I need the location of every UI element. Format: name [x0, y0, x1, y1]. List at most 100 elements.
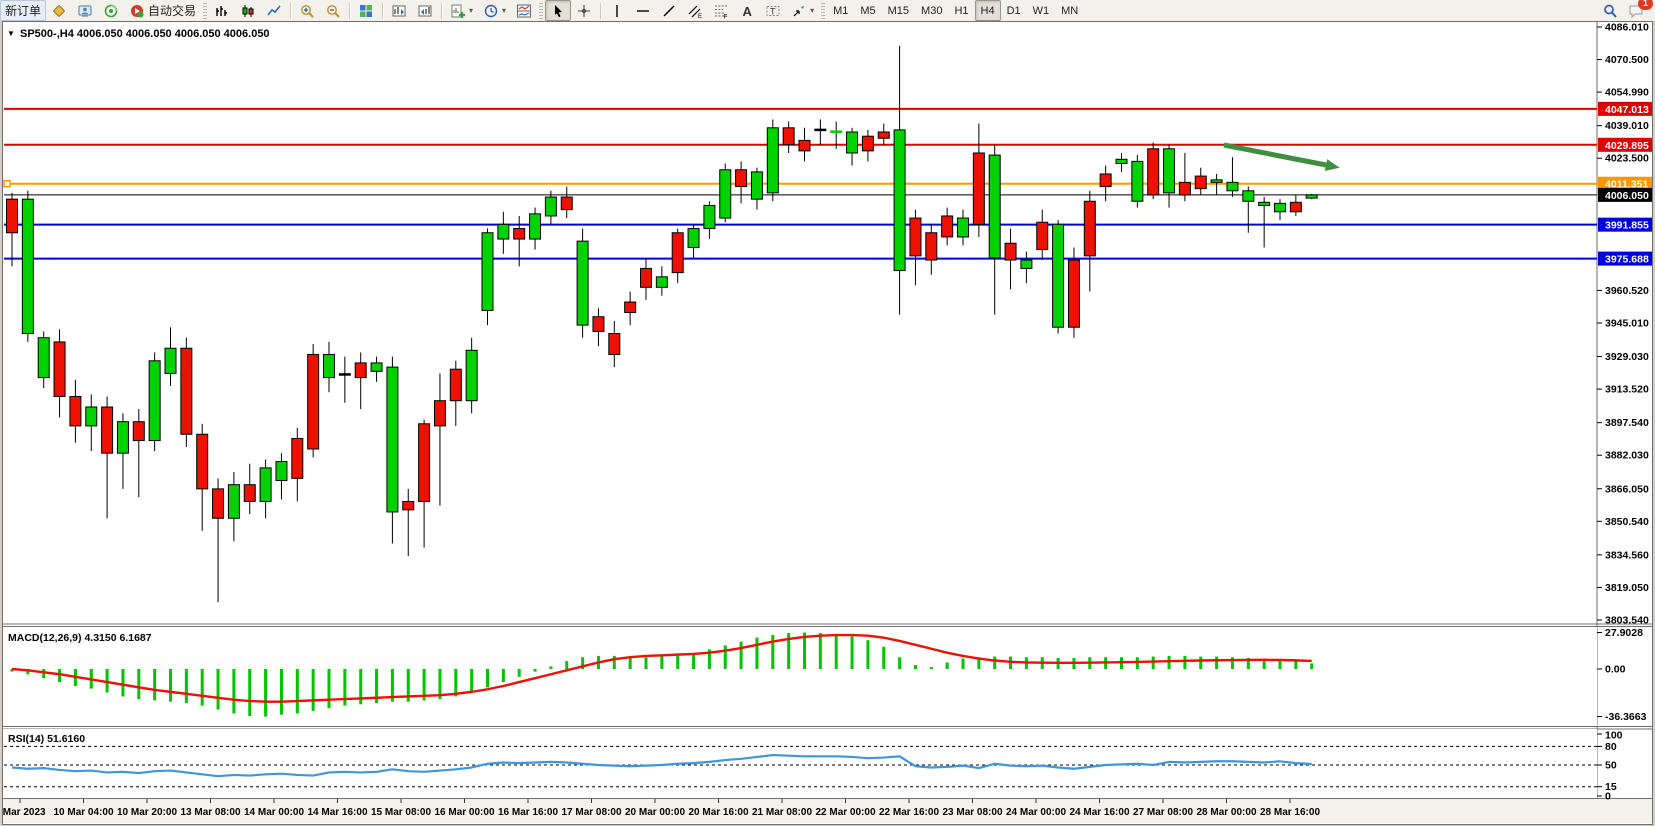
price-tick-label: 4086.010 [1605, 22, 1649, 34]
timeframe-m1-button[interactable]: M1 [827, 0, 854, 21]
rsi-panel[interactable]: 1008050150RSI(14) 51.6160 [3, 729, 1623, 803]
horizontal-line-icon-button[interactable] [630, 0, 656, 21]
time-axis-label: 10 Mar 20:00 [117, 807, 177, 818]
zoomout-icon [325, 3, 341, 19]
timeframe-label: W1 [1033, 5, 1050, 17]
time-axis-label: 13 Mar 08:00 [180, 807, 240, 818]
timeframe-d1-button[interactable]: D1 [1001, 0, 1027, 21]
price-tick-label: 3913.520 [1605, 384, 1649, 396]
vertical-line-icon-button[interactable] [604, 0, 630, 21]
tile-windows-icon-button[interactable] [353, 0, 379, 21]
candle [1132, 155, 1143, 207]
price-tick-label: 3850.540 [1605, 516, 1649, 528]
time-axis-label: 14 Mar 00:00 [244, 807, 304, 818]
arrows-icon-button[interactable]: ▾ [786, 0, 819, 21]
timeframe-mn-button[interactable]: MN [1055, 0, 1084, 21]
price-tick-label: 3834.560 [1605, 549, 1649, 561]
cursor-icon-button[interactable] [545, 0, 571, 21]
auto-trading-button-label: 自动交易 [148, 2, 196, 19]
macd-panel[interactable]: 27.90280.00-36.3663MACD(12,26,9) 4.3150 … [3, 627, 1647, 726]
timeframe-label: H4 [981, 5, 995, 17]
bar-chart-icon-button[interactable] [209, 0, 235, 21]
candle [1053, 220, 1064, 333]
line-handle[interactable] [4, 181, 10, 187]
price-tick-label: 3897.540 [1605, 417, 1649, 429]
macd-axis-label: 27.9028 [1605, 627, 1643, 639]
notifications-icon-button[interactable]: 1 [1623, 0, 1649, 21]
search-icon-button[interactable] [1597, 0, 1623, 21]
price-tick-label: 4070.500 [1605, 54, 1649, 66]
timeframe-h1-button[interactable]: H1 [948, 0, 974, 21]
svg-text:T: T [770, 6, 776, 16]
timeframe-label: M1 [833, 5, 848, 17]
time-axis-label: 28 Mar 00:00 [1196, 807, 1256, 818]
price-tick-label: 3803.540 [1605, 614, 1649, 626]
timeframe-label: MN [1061, 5, 1078, 17]
timeframe-h4-button[interactable]: H4 [975, 0, 1001, 21]
fibo-icon: F [713, 3, 729, 19]
price-level-badge-label: 4047.013 [1605, 104, 1649, 116]
hline-icon [635, 3, 651, 19]
candle [308, 344, 319, 457]
timeframe-m30-button[interactable]: M30 [915, 0, 948, 21]
timeframe-m5-button[interactable]: M5 [854, 0, 881, 21]
time-axis-label: 20 Mar 00:00 [625, 807, 685, 818]
indicators-icon-button[interactable] [511, 0, 537, 21]
trendline-icon-button[interactable] [656, 0, 682, 21]
line-chart-icon-button[interactable] [261, 0, 287, 21]
text-icon-button[interactable]: A [734, 0, 760, 21]
candles-icon [240, 3, 256, 19]
bars-icon [214, 3, 230, 19]
terminal-icon-button[interactable] [72, 0, 98, 21]
clock-icon [483, 3, 499, 19]
candle [181, 338, 192, 447]
crosshair-icon-button[interactable] [571, 0, 597, 21]
svg-text:A: A [743, 4, 753, 19]
market-watch-icon-button[interactable] [46, 0, 72, 21]
time-axis-label: 22 Mar 16:00 [879, 807, 939, 818]
new-chart-icon-button[interactable]: ▾ [445, 0, 478, 21]
candle [482, 229, 493, 326]
time-axis-label: 15 Mar 08:00 [371, 807, 431, 818]
svg-text:F: F [724, 13, 728, 19]
time-axis-label: 17 Mar 08:00 [561, 807, 621, 818]
price-level-badge-label: 3991.855 [1605, 220, 1649, 232]
toolbar-separator [349, 3, 350, 19]
price-tick-label: 3819.050 [1605, 582, 1649, 594]
new-order-button[interactable]: 新订单 [0, 0, 46, 21]
chart-shift-icon-button[interactable] [386, 0, 412, 21]
timeframe-label: M15 [888, 5, 909, 17]
timeframe-m15-button[interactable]: M15 [882, 0, 915, 21]
timeframe-w1-button[interactable]: W1 [1027, 0, 1056, 21]
candle [720, 163, 731, 222]
text-label-icon-button[interactable]: T [760, 0, 786, 21]
time-axis-label: 23 Mar 08:00 [942, 807, 1002, 818]
rsi-axis-label: 100 [1605, 730, 1623, 742]
rsi-label: RSI(14) 51.6160 [8, 733, 85, 745]
label-icon: T [765, 3, 781, 19]
notification-badge: 1 [1638, 0, 1653, 10]
time-axis-label: 27 Mar 08:00 [1133, 807, 1193, 818]
auto-trading-button[interactable]: 自动交易 [124, 0, 201, 21]
time-axis-label: 24 Mar 16:00 [1069, 807, 1129, 818]
auto-scroll-icon-button[interactable] [412, 0, 438, 21]
price-tick-label: 3945.010 [1605, 318, 1649, 330]
zoom-out-icon-button[interactable] [320, 0, 346, 21]
timeframe-label: M5 [860, 5, 875, 17]
period-clock-icon-button[interactable]: ▾ [478, 0, 511, 21]
crosshair-icon [576, 3, 592, 19]
time-axis-label: 22 Mar 00:00 [815, 807, 875, 818]
candle [1148, 142, 1159, 199]
rsi-axis-label: 0 [1605, 791, 1611, 803]
chart-canvas[interactable]: 4086.0104070.5004054.9904039.0104023.500… [0, 21, 1655, 826]
timeframe-label: M30 [921, 5, 942, 17]
signals-icon-button[interactable] [98, 0, 124, 21]
zoom-in-icon-button[interactable] [294, 0, 320, 21]
indwin-icon [516, 3, 532, 19]
equidistant-channel-icon-button[interactable]: E [682, 0, 708, 21]
candle [1068, 247, 1079, 337]
fibonacci-icon-button[interactable]: F [708, 0, 734, 21]
candlestick-chart-icon-button[interactable] [235, 0, 261, 21]
macd-label: MACD(12,26,9) 4.3150 6.1687 [8, 632, 152, 644]
chart-menu-icon[interactable]: ▼ [7, 29, 15, 38]
